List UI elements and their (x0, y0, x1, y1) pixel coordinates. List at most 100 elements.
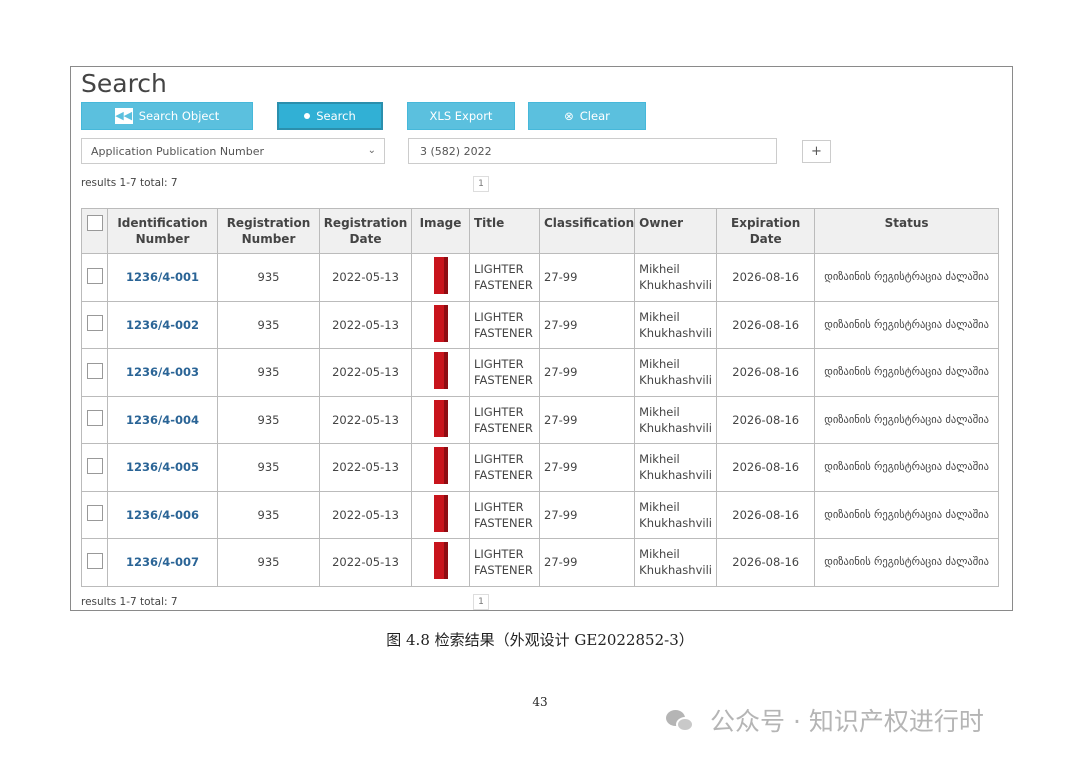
row-checkbox[interactable] (86, 505, 103, 522)
identification-number-link[interactable]: 1236/4-006 (126, 508, 199, 522)
design-thumbnail[interactable] (433, 494, 448, 532)
owner-line-1: Mikheil (639, 309, 680, 324)
row-select-cell (81, 490, 108, 539)
owner-line-1: Mikheil (639, 499, 680, 514)
pagination-page-top[interactable]: 1 (473, 176, 489, 192)
watermark-text: 公众号 · 知识产权进行时 (710, 707, 984, 736)
results-count-top: results 1-7 total: 7 (81, 177, 178, 189)
design-thumbnail[interactable] (433, 257, 448, 295)
identification-number-cell: 1236/4-005 (107, 443, 218, 492)
header-owner[interactable]: Owner (634, 208, 718, 254)
select-all-cell (81, 208, 108, 254)
design-thumbnail[interactable] (433, 304, 448, 342)
rewind-icon: ◀◀ (114, 108, 133, 124)
expiration-date-cell: 2026-08-16 (716, 253, 816, 302)
classification-cell: 27-99 (538, 538, 636, 587)
classification-cell: 27-99 (538, 300, 636, 349)
select-all-checkbox[interactable] (86, 215, 103, 231)
identification-number-link[interactable]: 1236/4-007 (126, 555, 199, 569)
classification-cell: 27-99 (538, 348, 636, 397)
image-cell (411, 395, 470, 444)
search-object-button[interactable]: ◀◀ Search Object (81, 102, 253, 130)
design-thumbnail[interactable] (433, 542, 448, 580)
search-button[interactable]: Search (277, 102, 383, 130)
registration-date-cell: 2022-05-13 (319, 538, 412, 587)
title-cell: LIGHTER FASTENER (469, 348, 540, 397)
registration-date-cell: 2022-05-13 (319, 253, 412, 302)
title-line-2: FASTENER (474, 563, 533, 578)
header-expiration-date[interactable]: Expiration Date (716, 208, 816, 254)
page-title: Search (81, 69, 167, 98)
header-classification[interactable]: Classification (538, 208, 636, 254)
xls-export-label: XLS Export (429, 109, 493, 123)
image-cell (411, 490, 470, 539)
classification-cell: 27-99 (538, 490, 636, 539)
owner-line-1: Mikheil (639, 357, 680, 372)
row-checkbox[interactable] (86, 410, 103, 427)
expiration-date-cell: 2026-08-16 (716, 348, 816, 397)
owner-cell: Mikheil Khukhashvili (634, 348, 718, 397)
title-line-1: LIGHTER (474, 309, 524, 324)
identification-number-link[interactable]: 1236/4-005 (126, 460, 199, 474)
identification-number-link[interactable]: 1236/4-001 (126, 270, 199, 284)
registration-number-cell: 935 (217, 490, 320, 539)
row-checkbox[interactable] (86, 315, 103, 332)
header-registration-date[interactable]: Registration Date (319, 208, 412, 254)
identification-number-link[interactable]: 1236/4-003 (126, 365, 199, 379)
title-line-2: FASTENER (474, 515, 533, 530)
design-thumbnail[interactable] (433, 447, 448, 485)
clear-button[interactable]: ⊗ Clear (528, 102, 646, 130)
search-query-input[interactable]: 3 (582) 2022 (408, 138, 777, 164)
identification-number-link[interactable]: 1236/4-004 (126, 413, 199, 427)
row-checkbox[interactable] (86, 362, 103, 379)
title-cell: LIGHTER FASTENER (469, 300, 540, 349)
owner-line-1: Mikheil (639, 404, 680, 419)
header-title[interactable]: Title (469, 208, 540, 254)
identification-number-cell: 1236/4-003 (107, 348, 218, 397)
title-cell: LIGHTER FASTENER (469, 253, 540, 302)
title-line-1: LIGHTER (474, 404, 524, 419)
identification-number-cell: 1236/4-004 (107, 395, 218, 444)
design-thumbnail[interactable] (433, 399, 448, 437)
registration-date-cell: 2022-05-13 (319, 348, 412, 397)
image-cell (411, 348, 470, 397)
clear-icon: ⊗ (564, 109, 574, 123)
identification-number-cell: 1236/4-007 (107, 538, 218, 587)
status-cell: დიზაინის რეგისტრაცია ძალაშია (814, 395, 999, 444)
identification-number-link[interactable]: 1236/4-002 (126, 318, 199, 332)
header-identification-number[interactable]: Identification Number (107, 208, 218, 254)
header-status[interactable]: Status (814, 208, 999, 254)
image-cell (411, 300, 470, 349)
identification-number-cell: 1236/4-002 (107, 300, 218, 349)
owner-line-1: Mikheil (639, 262, 680, 277)
figure-caption: 图 4.8 检索结果（外观设计 GE2022852-3） (386, 631, 694, 649)
title-line-1: LIGHTER (474, 452, 524, 467)
classification-cell: 27-99 (538, 395, 636, 444)
header-image: Image (411, 208, 470, 254)
results-table: Identification Number Registration Numbe… (81, 208, 999, 587)
owner-line-2: Khukhashvili (639, 325, 712, 340)
table-row: 1236/4-002 935 2022-05-13 LIGHTER FASTENER 27… (81, 300, 999, 349)
design-thumbnail[interactable] (433, 352, 448, 390)
identification-number-cell: 1236/4-001 (107, 253, 218, 302)
status-cell: დიზაინის რეგისტრაცია ძალაშია (814, 348, 999, 397)
status-cell: დიზაინის რეგისტრაცია ძალაშია (814, 443, 999, 492)
row-select-cell (81, 538, 108, 587)
search-field-select[interactable]: Application Publication Number ⌄ (81, 138, 385, 164)
table-row: 1236/4-007 935 2022-05-13 LIGHTER FASTENER 27… (81, 538, 999, 587)
row-checkbox[interactable] (86, 267, 103, 284)
xls-export-button[interactable]: XLS Export (407, 102, 515, 130)
expiration-date-cell: 2026-08-16 (716, 300, 816, 349)
title-cell: LIGHTER FASTENER (469, 538, 540, 587)
wechat-icon (666, 708, 696, 733)
clear-label: Clear (579, 109, 610, 123)
title-line-2: FASTENER (474, 325, 533, 340)
status-cell: დიზაინის რეგისტრაცია ძალაშია (814, 253, 999, 302)
header-registration-number[interactable]: Registration Number (217, 208, 320, 254)
pagination-page-bottom[interactable]: 1 (473, 594, 489, 610)
row-select-cell (81, 348, 108, 397)
owner-cell: Mikheil Khukhashvili (634, 300, 718, 349)
add-criteria-button[interactable]: + (802, 140, 831, 163)
row-checkbox[interactable] (86, 552, 103, 569)
row-checkbox[interactable] (86, 457, 103, 474)
